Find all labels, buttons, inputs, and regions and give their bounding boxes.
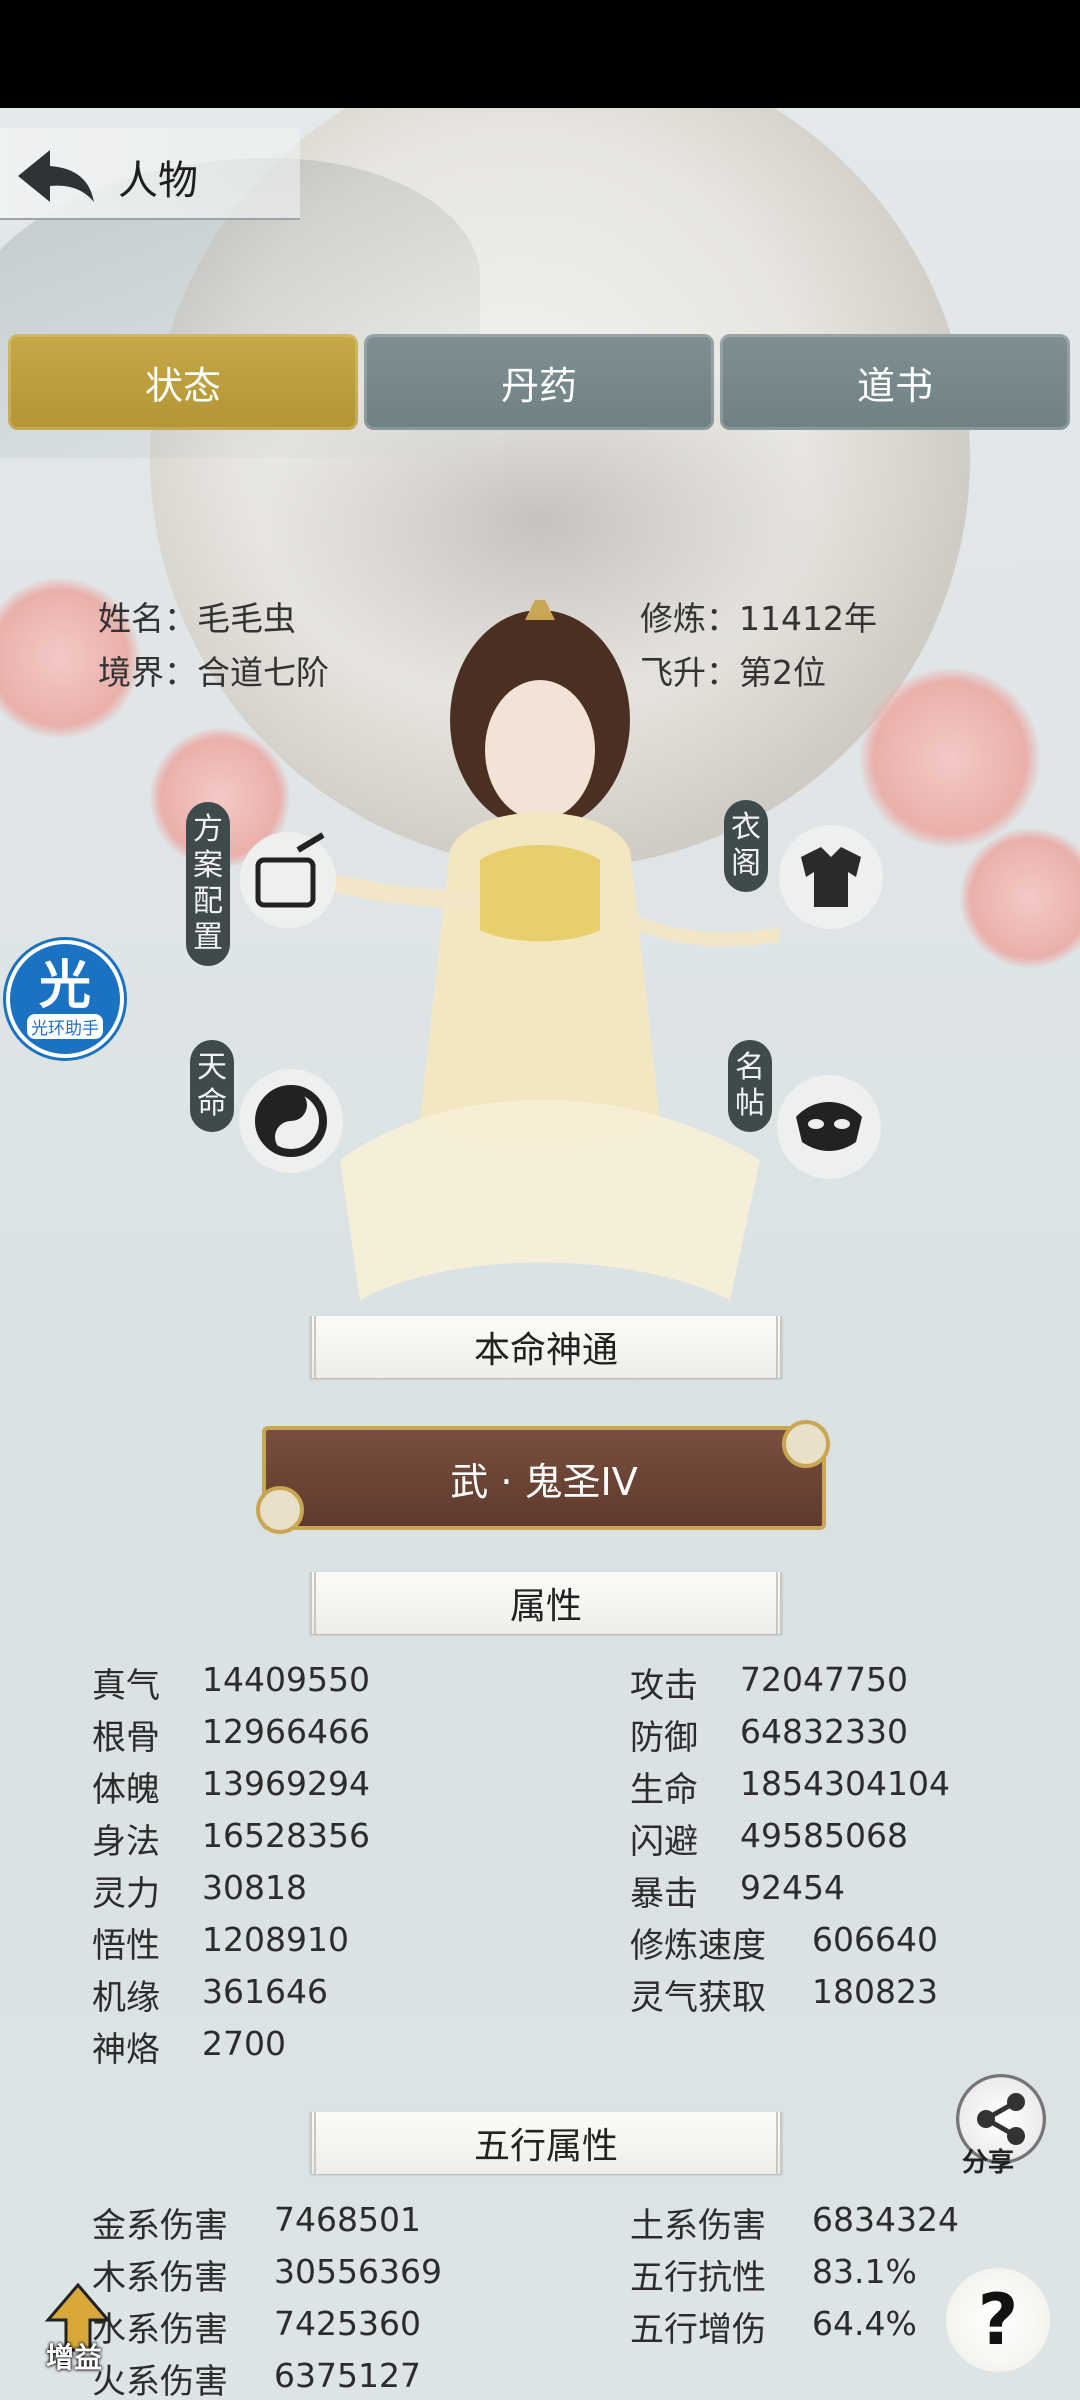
attr-value: 64832330 [740,1712,908,1751]
tab-scriptures[interactable]: 道书 [720,334,1070,430]
attr-value: 14409550 [202,1660,370,1699]
attr-value: 1854304104 [740,1764,950,1803]
element-value: 7425360 [274,2304,421,2343]
attr-label: 修炼速度 [630,1926,766,1966]
attr-value: 72047750 [740,1660,908,1699]
element-value: 6834324 [812,2200,959,2239]
attr-value: 2700 [202,2024,286,2063]
attr-label: 身法 [92,1822,160,1862]
attr-value: 49585068 [740,1816,908,1855]
blossom-decoration [860,668,1040,848]
yin-yang-icon[interactable] [236,1066,346,1176]
attr-label: 暴击 [630,1874,698,1914]
element-value: 64.4% [812,2304,917,2343]
element-label: 五行增伤 [630,2310,766,2350]
element-label: 金系伤害 [92,2206,228,2246]
attr-value: 180823 [812,1972,938,2011]
attr-label: 生命 [630,1770,698,1810]
name-card-label[interactable]: 名帖 [728,1040,772,1132]
halo-assistant-glyph: 光 [38,955,91,1016]
attr-label: 体魄 [92,1770,160,1810]
back-arrow-icon[interactable] [10,140,100,210]
innate-skill-button[interactable]: 武 · 鬼圣IV [262,1426,826,1530]
ornament-icon [256,1486,304,1534]
attr-label: 神烙 [92,2030,160,2070]
attr-value: 12966466 [202,1712,370,1751]
attr-value: 92454 [740,1868,845,1907]
attr-label: 防御 [630,1718,698,1758]
page-title: 人物 [118,158,198,204]
attr-value: 16528356 [202,1816,370,1855]
attr-label: 根骨 [92,1718,160,1758]
attr-label: 灵力 [92,1874,160,1914]
attr-label: 攻击 [630,1666,698,1706]
five-elements-heading: 五行属性 [310,2112,782,2174]
destiny-label[interactable]: 天命 [190,1040,234,1132]
attr-value: 606640 [812,1920,938,1959]
tab-status[interactable]: 状态 [8,334,358,430]
blossom-decoration [960,828,1080,968]
share-label: 分享 [962,2148,1015,2178]
attr-value: 30818 [202,1868,307,1907]
attr-label: 机缘 [92,1978,160,2018]
attr-value: 361646 [202,1972,328,2011]
mask-icon[interactable] [774,1072,884,1182]
element-value: 6375127 [274,2356,421,2395]
element-label: 五行抗性 [630,2258,766,2298]
element-value: 83.1% [812,2252,917,2291]
element-value: 7468501 [274,2200,421,2239]
attr-label: 真气 [92,1666,160,1706]
help-icon: ? [977,2279,1019,2361]
boost-label: 增益 [46,2341,103,2374]
attr-label: 闪避 [630,1822,698,1862]
halo-assistant-label: 光环助手 [27,1013,103,1039]
attr-label: 灵气获取 [630,1978,766,2018]
help-button[interactable]: ? [946,2268,1050,2372]
character-portrait [300,600,780,1300]
status-bar [0,0,1080,108]
ornament-icon [782,1420,830,1468]
scroll-brush-icon[interactable] [238,830,338,930]
character-realm: 境界：合道七阶 [98,653,329,692]
tab-elixirs[interactable]: 丹药 [364,334,714,430]
attr-value: 1208910 [202,1920,349,1959]
scheme-config-label[interactable]: 方案配置 [186,802,230,966]
attributes-heading: 属性 [310,1572,782,1634]
innate-skill-heading: 本命神通 [310,1316,782,1378]
element-value: 30556369 [274,2252,442,2291]
halo-assistant-button[interactable]: 光 光环助手 [6,940,124,1058]
element-label: 土系伤害 [630,2206,766,2246]
wardrobe-label[interactable]: 衣阁 [724,800,768,892]
innate-skill-name: 武 · 鬼圣IV [450,1459,638,1504]
robe-icon[interactable] [776,822,886,932]
character-name: 姓名：毛毛虫 [98,599,296,638]
attr-label: 悟性 [92,1926,160,1966]
attr-value: 13969294 [202,1764,370,1803]
